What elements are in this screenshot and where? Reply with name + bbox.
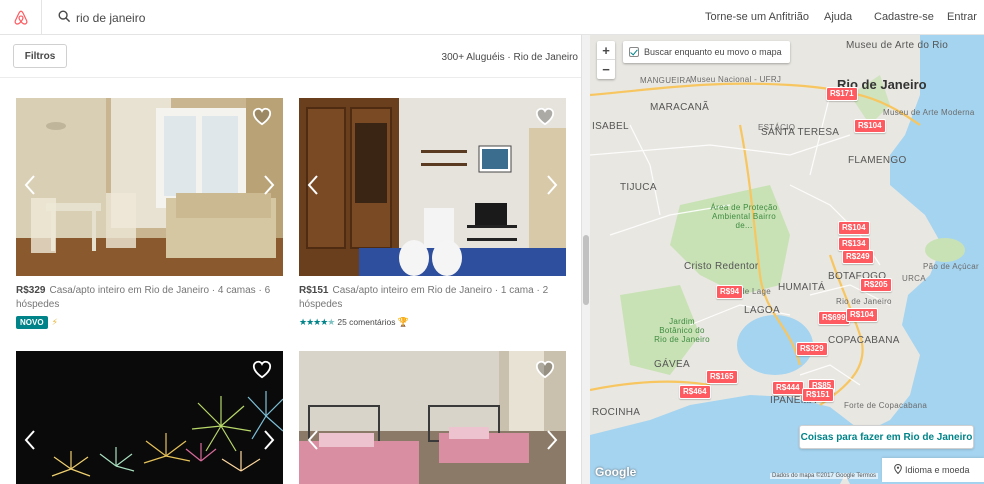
search-icon <box>58 10 71 28</box>
price-marker[interactable]: R$94 <box>716 285 744 299</box>
map-label: Jardim Botânico do Rio de Janeiro <box>654 317 710 344</box>
nav-become-host[interactable]: Torne-se um Anfitrião <box>705 11 809 23</box>
zoom-out-button[interactable]: − <box>597 60 615 79</box>
map-label: FLAMENGO <box>848 155 907 166</box>
map-label: URCA <box>902 274 926 283</box>
map-label: Museu de Arte do Rio <box>846 40 949 51</box>
trophy-icon: 🏆 <box>397 317 409 327</box>
top-header: Torne-se um Anfitrião Ajuda Cadastre-se … <box>0 0 984 35</box>
chevron-right-icon[interactable] <box>263 174 275 201</box>
map-label: ROCINHA <box>592 407 641 418</box>
chevron-left-icon[interactable] <box>24 429 36 456</box>
listing-price: R$151 <box>299 285 329 296</box>
rating-stars: ★★★★★ <box>299 317 335 327</box>
map-label: SANTA TERESA <box>761 127 840 138</box>
divider <box>0 77 583 78</box>
map-label: GÁVEA <box>654 359 690 370</box>
map-label: COPACABANA <box>828 335 900 346</box>
google-logo: Google <box>595 465 637 479</box>
map-label: MARACANÃ <box>650 102 710 113</box>
heart-icon[interactable] <box>534 359 556 384</box>
price-marker[interactable]: R$171 <box>826 87 858 101</box>
chevron-right-icon[interactable] <box>263 429 275 456</box>
things-to-do-button[interactable]: Coisas para fazer em Rio de Janeiro <box>799 425 974 449</box>
map-label: HUMAITÁ <box>778 282 826 293</box>
heart-icon[interactable] <box>251 106 273 131</box>
zoom-in-button[interactable]: + <box>597 41 615 60</box>
map-label: Museu de Arte Moderna <box>883 108 975 117</box>
filters-button[interactable]: Filtros <box>13 44 67 68</box>
listing-info[interactable]: R$151 Casa/apto inteiro em Rio de Janeiro… <box>299 284 566 330</box>
listing-info[interactable]: R$329 Casa/apto inteiro em Rio de Janeiro… <box>16 284 283 330</box>
map-label: Rio de Janeiro <box>836 297 892 306</box>
listings-panel: Filtros 300+ Aluguéis · Rio de Janeiro R… <box>0 35 583 484</box>
map-label: de Lage <box>740 287 772 296</box>
language-currency-label: Idioma e moeda <box>905 465 970 475</box>
map-label: MANGUEIRA <box>640 76 692 85</box>
search-input[interactable] <box>76 9 376 27</box>
new-badge: NOVO <box>16 316 48 329</box>
results-count: 300+ Aluguéis · Rio de Janeiro <box>441 52 578 63</box>
map-label: Pão de Açúcar <box>923 262 979 271</box>
price-marker[interactable]: R$165 <box>706 370 738 384</box>
nav-login[interactable]: Entrar <box>947 11 977 23</box>
chevron-left-icon[interactable] <box>307 429 319 456</box>
price-marker[interactable]: R$699 <box>818 311 850 325</box>
chevron-right-icon[interactable] <box>546 174 558 201</box>
heart-icon[interactable] <box>251 359 273 384</box>
nav-help[interactable]: Ajuda <box>824 11 852 23</box>
zoom-control[interactable]: + − <box>597 41 615 79</box>
listing-photo[interactable] <box>299 98 566 276</box>
price-marker[interactable]: R$104 <box>838 221 870 235</box>
map-label: Cristo Redentor <box>684 261 759 272</box>
price-marker[interactable]: R$444 <box>772 381 804 395</box>
scrollbar-thumb[interactable] <box>583 235 589 305</box>
listing-photo[interactable] <box>16 98 283 276</box>
listing-description: Casa/apto inteiro em Rio de Janeiro · 4 … <box>16 285 271 310</box>
listing-description: Casa/apto inteiro em Rio de Janeiro · 1 … <box>299 285 549 310</box>
price-marker[interactable]: R$329 <box>796 342 828 356</box>
search-as-move-label: Buscar enquanto eu movo o mapa <box>644 47 782 57</box>
heart-icon[interactable] <box>534 106 556 131</box>
price-marker[interactable]: R$464 <box>679 385 711 399</box>
price-marker[interactable]: R$249 <box>842 250 874 264</box>
price-marker[interactable]: R$205 <box>860 278 892 292</box>
airbnb-logo-icon[interactable] <box>0 0 42 35</box>
map-label: ISABEL <box>592 121 629 132</box>
map-attribution[interactable]: Dados do mapa ©2017 Google Termos <box>770 473 879 479</box>
nav-signup[interactable]: Cadastre-se <box>874 11 934 23</box>
map-label: TIJUCA <box>620 182 657 193</box>
price-marker[interactable]: R$104 <box>854 119 886 133</box>
map[interactable]: + − Buscar enquanto eu movo o mapa Museu… <box>590 35 984 484</box>
language-currency-button[interactable]: Idioma e moeda <box>882 458 984 482</box>
chevron-left-icon[interactable] <box>24 174 36 201</box>
listing-price: R$329 <box>16 285 46 296</box>
map-label: Museu Nacional - UFRJ <box>690 75 782 84</box>
chevron-left-icon[interactable] <box>307 174 319 201</box>
listing-photo[interactable] <box>299 351 566 484</box>
listing-photo[interactable] <box>16 351 283 484</box>
review-count: 25 comentários <box>337 317 396 327</box>
map-label: Forte de Copacabana <box>844 401 928 410</box>
price-marker[interactable]: R$104 <box>846 308 878 322</box>
price-marker[interactable]: R$151 <box>802 388 834 402</box>
price-marker[interactable]: R$134 <box>838 237 870 251</box>
map-label: LAGOA <box>744 305 780 316</box>
pin-icon <box>894 463 902 476</box>
lightning-icon: ⚡ <box>51 317 58 327</box>
checkbox[interactable] <box>629 47 639 57</box>
search-as-move-toggle[interactable]: Buscar enquanto eu movo o mapa <box>623 41 790 63</box>
scrollbar[interactable] <box>581 35 590 484</box>
map-label: Área de Proteção Ambiental Bairro de... <box>710 203 778 230</box>
chevron-right-icon[interactable] <box>546 429 558 456</box>
